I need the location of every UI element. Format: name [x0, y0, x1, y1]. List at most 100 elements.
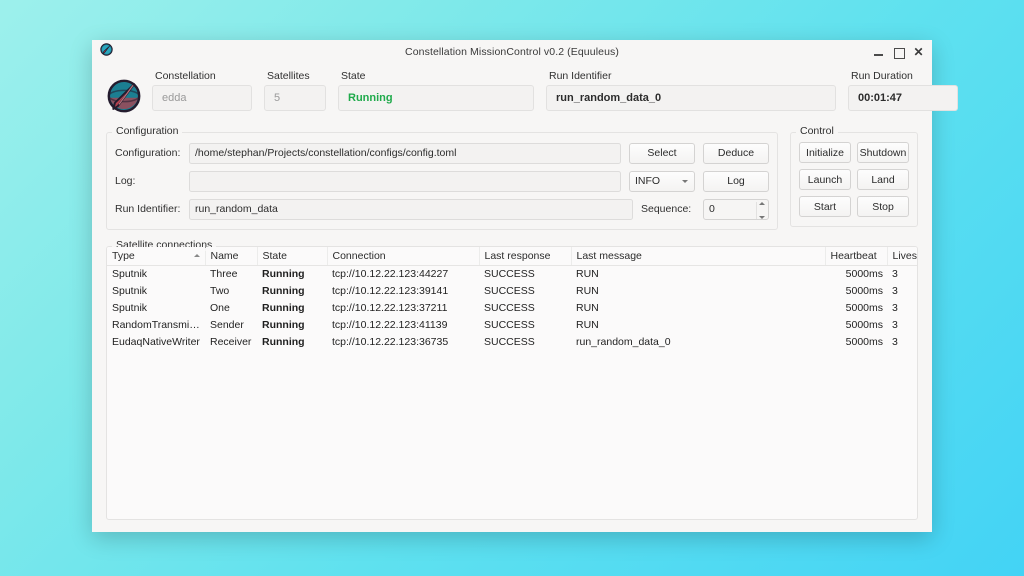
- sort-ascending-icon: [193, 254, 200, 257]
- run-identifier-input-label: Run Identifier:: [115, 203, 181, 215]
- satellite-lives: 3: [892, 268, 898, 281]
- satellite-type: EudaqNativeWriter: [112, 336, 200, 348]
- title-bar: Constellation MissionControl v0.2 (Equul…: [92, 40, 932, 64]
- application-window: Constellation MissionControl v0.2 (Equul…: [92, 40, 958, 532]
- column-header-last-message[interactable]: Last message: [571, 247, 826, 266]
- table-row[interactable]: RandomTransmitter Sender Running tcp://10.1…: [107, 317, 917, 334]
- minimize-icon[interactable]: [873, 47, 884, 58]
- constellation-logo-icon: [100, 43, 113, 56]
- satellite-last-message: RUN: [576, 285, 599, 297]
- satellite-connections-group: Satellite connections Type Name State Co…: [106, 239, 918, 520]
- satellite-last-message: RUN: [576, 319, 599, 331]
- satellite-state: Running: [262, 319, 305, 331]
- table-row[interactable]: Sputnik One Running tcp://10.12.22.123:3721…: [107, 300, 917, 317]
- control-row-2: Launch Land: [799, 169, 909, 190]
- satellite-name: Receiver: [210, 336, 252, 348]
- window-title: Constellation MissionControl v0.2 (Equul…: [405, 46, 619, 58]
- run-duration-value: 00:01:47: [848, 85, 958, 111]
- satellite-state: Running: [262, 285, 305, 297]
- satellite-name: One: [210, 302, 230, 314]
- table-header-row: Type Name State Connection Last response…: [107, 247, 917, 266]
- constellation-value: edda: [152, 85, 252, 111]
- satellite-heartbeat: 5000ms: [845, 268, 883, 281]
- configuration-path-row: Configuration: /home/stephan/Projects/co…: [115, 142, 769, 164]
- land-button[interactable]: Land: [857, 169, 909, 190]
- satellite-connection: tcp://10.12.22.123:39141: [332, 285, 449, 297]
- column-header-last-response[interactable]: Last response: [479, 247, 572, 266]
- table-row[interactable]: Sputnik Two Running tcp://10.12.22.123:3914…: [107, 283, 917, 300]
- run-identifier-row: Run Identifier: run_random_data Sequence…: [115, 198, 769, 220]
- initialize-button[interactable]: Initialize: [799, 142, 851, 163]
- launch-button[interactable]: Launch: [799, 169, 851, 190]
- satellite-name: Three: [210, 268, 238, 281]
- constellation-label: Constellation: [155, 70, 216, 82]
- log-path-input[interactable]: [189, 170, 621, 192]
- satellite-state: Running: [262, 302, 305, 314]
- satellite-heartbeat: 5000ms: [845, 285, 883, 297]
- sequence-stepper[interactable]: 0: [703, 198, 769, 220]
- stepper-up-icon[interactable]: [759, 201, 765, 205]
- chevron-down-icon: [682, 180, 688, 183]
- table-row[interactable]: Sputnik Three Running tcp://10.12.22.123:44…: [107, 266, 917, 283]
- run-identifier-label: Run Identifier: [549, 70, 612, 82]
- header-field-satellites: Satellites 5: [264, 68, 326, 111]
- constellation-logo-icon: [106, 78, 142, 114]
- state-label: State: [341, 70, 366, 82]
- header-field-run-duration: Run Duration 00:01:47: [848, 68, 958, 111]
- configuration-group-title: Configuration: [112, 125, 183, 137]
- satellites-value: 5: [264, 85, 326, 111]
- table-row[interactable]: EudaqNativeWriter Receiver Running tcp://10…: [107, 334, 917, 351]
- log-level-value: INFO: [635, 175, 661, 187]
- satellite-connection: tcp://10.12.22.123:41139: [332, 319, 448, 331]
- control-row-3: Start Stop: [799, 196, 909, 217]
- satellite-name: Two: [210, 285, 230, 297]
- column-header-type[interactable]: Type: [107, 247, 206, 266]
- satellite-type: Sputnik: [112, 285, 148, 297]
- satellite-name: Sender: [210, 319, 244, 331]
- shutdown-button[interactable]: Shutdown: [857, 142, 909, 163]
- column-header-lives[interactable]: Lives: [887, 247, 917, 266]
- sequence-label: Sequence:: [641, 203, 692, 215]
- log-path-label: Log:: [115, 175, 136, 187]
- satellite-state: Running: [262, 268, 305, 281]
- satellite-heartbeat: 5000ms: [845, 336, 883, 348]
- run-identifier-value: run_random_data_0: [546, 85, 836, 111]
- satellite-type: Sputnik: [112, 268, 148, 281]
- maximize-icon[interactable]: [893, 47, 905, 59]
- configuration-path-input[interactable]: /home/stephan/Projects/constellation/con…: [189, 142, 621, 164]
- satellite-connection: tcp://10.12.22.123:37211: [332, 302, 448, 314]
- satellite-connection: tcp://10.12.22.123:36735: [332, 336, 449, 348]
- satellite-last-response: SUCCESS: [484, 268, 535, 281]
- configuration-control-row: Configuration Configuration: /home/steph…: [92, 122, 932, 230]
- satellite-state: Running: [262, 336, 305, 348]
- satellite-connections-table: Type Name State Connection Last response…: [107, 247, 917, 351]
- column-header-heartbeat[interactable]: Heartbeat: [825, 247, 888, 266]
- header-field-constellation: Constellation edda: [152, 68, 252, 111]
- satellite-heartbeat: 5000ms: [845, 302, 883, 314]
- deduce-button[interactable]: Deduce: [703, 142, 769, 164]
- satellite-heartbeat: 5000ms: [845, 319, 883, 331]
- satellite-last-message: RUN: [576, 268, 599, 281]
- satellite-last-response: SUCCESS: [484, 319, 535, 331]
- select-button[interactable]: Select: [629, 142, 695, 164]
- start-button[interactable]: Start: [799, 196, 851, 217]
- stepper-arrows[interactable]: [756, 201, 765, 219]
- column-header-state[interactable]: State: [257, 247, 328, 266]
- satellite-lives: 3: [892, 336, 898, 348]
- satellite-last-response: SUCCESS: [484, 336, 535, 348]
- column-header-connection[interactable]: Connection: [327, 247, 480, 266]
- column-header-type-label: Type: [112, 250, 135, 262]
- log-level-select[interactable]: INFO: [629, 170, 695, 192]
- stepper-down-icon[interactable]: [759, 215, 765, 219]
- log-path-row: Log: INFO Log: [115, 170, 769, 192]
- column-header-name[interactable]: Name: [205, 247, 258, 266]
- run-identifier-input[interactable]: run_random_data: [189, 198, 633, 220]
- stop-button[interactable]: Stop: [857, 196, 909, 217]
- sequence-value: 0: [709, 203, 715, 215]
- log-button[interactable]: Log: [703, 170, 769, 192]
- close-icon[interactable]: ✕: [913, 46, 924, 58]
- control-group: Control Initialize Shutdown Launch Land …: [790, 125, 918, 227]
- header-field-state: State Running: [338, 68, 534, 111]
- satellite-lives: 3: [892, 319, 898, 331]
- control-row-1: Initialize Shutdown: [799, 142, 909, 163]
